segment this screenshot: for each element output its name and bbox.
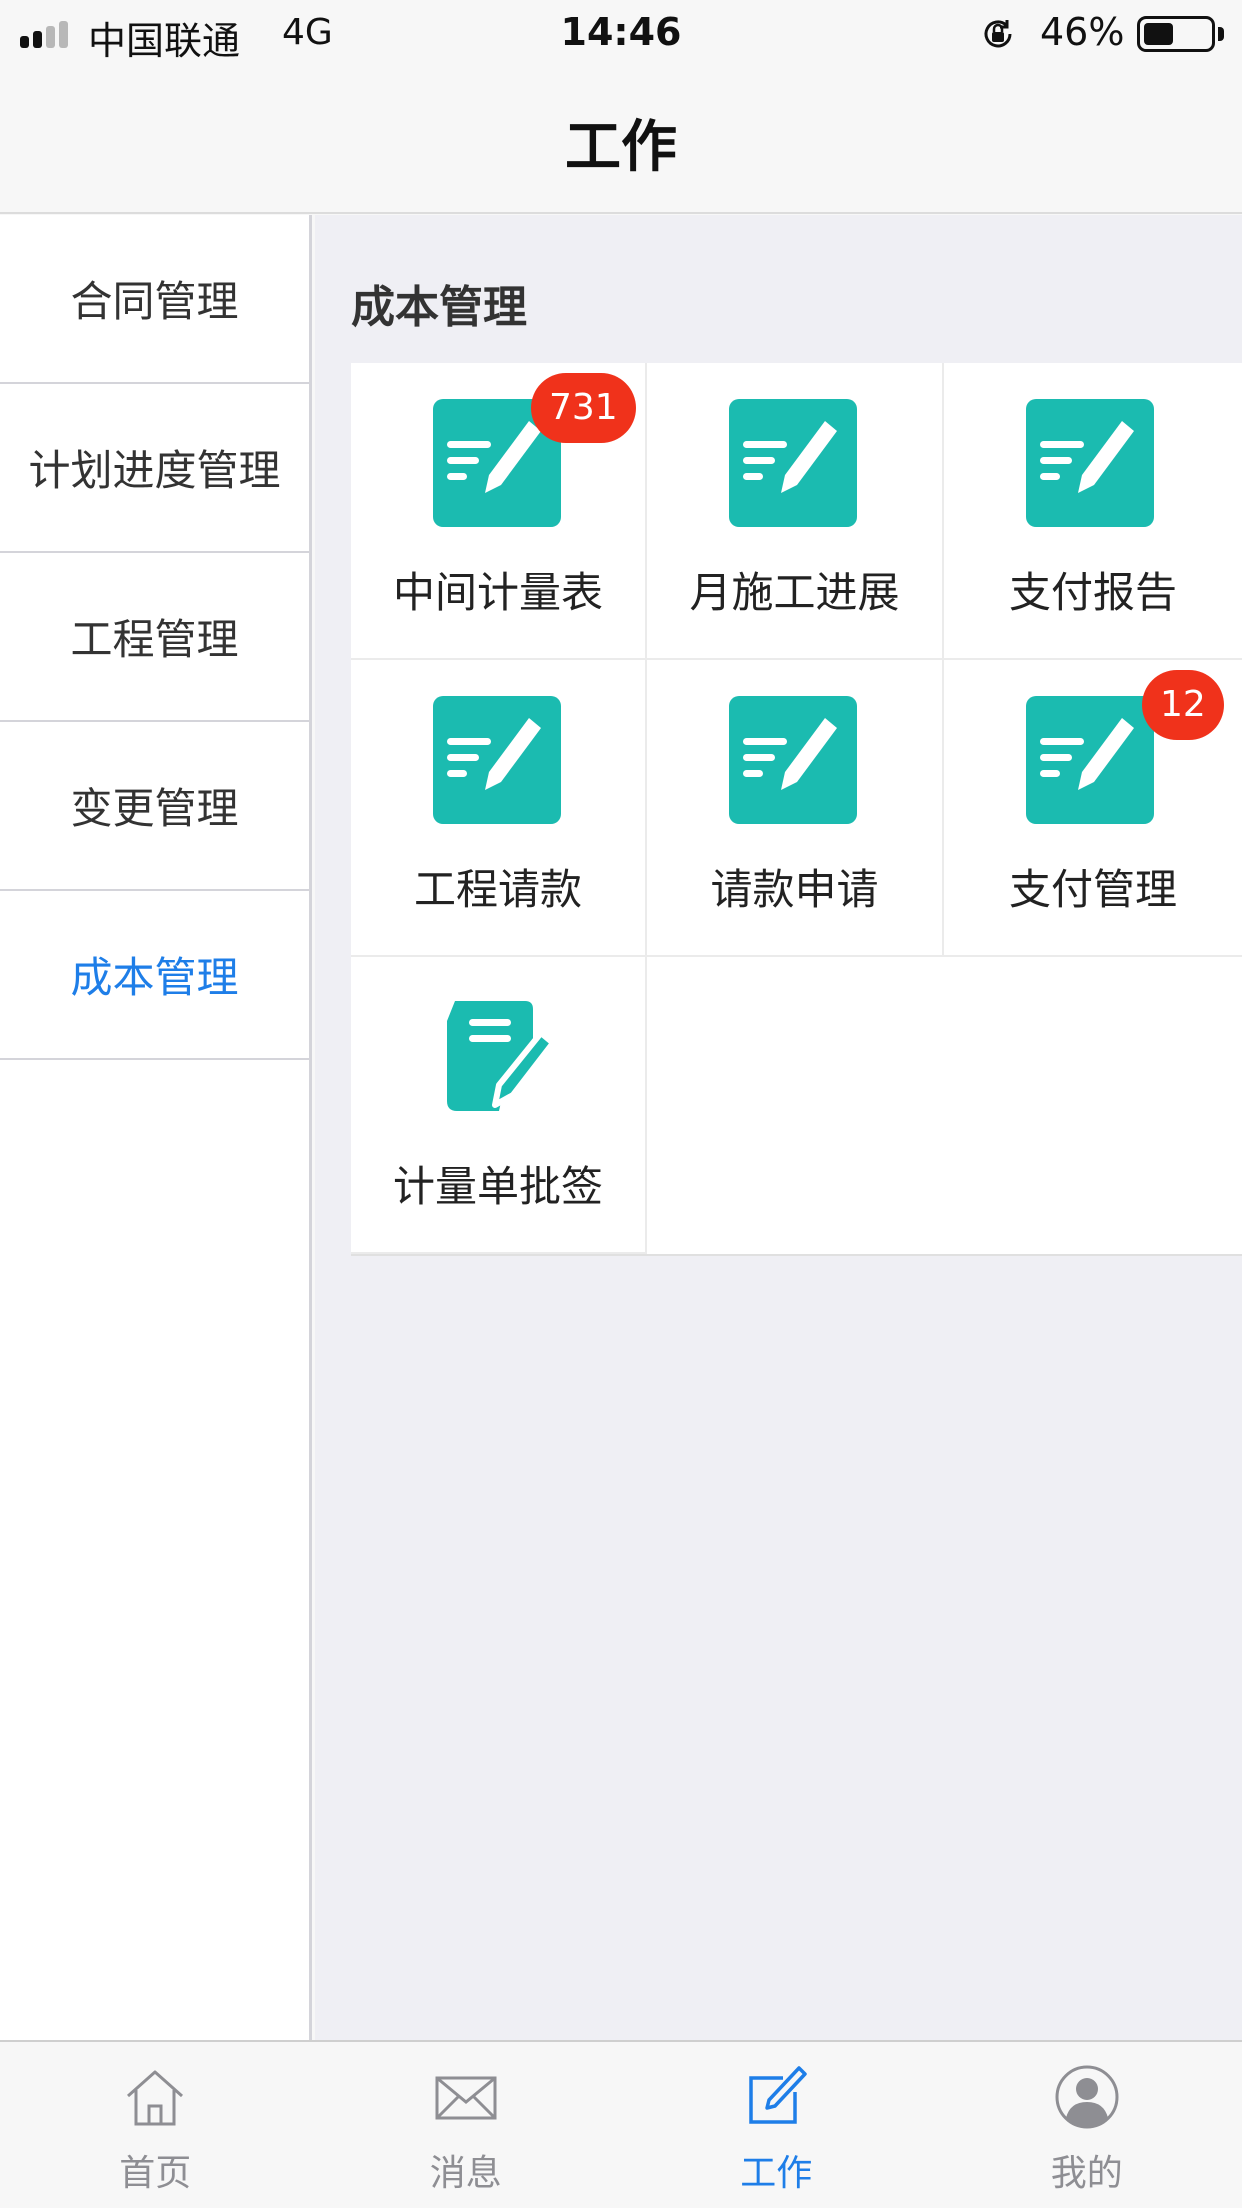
tab-label: 工作 (740, 2153, 813, 2194)
battery-percent: 46% (1040, 10, 1125, 54)
empty-cell (944, 957, 1242, 1254)
tab-label: 消息 (429, 2153, 502, 2194)
battery-icon (1137, 16, 1215, 52)
tab-messages[interactable]: 消息 (311, 2042, 622, 2208)
sidebar-item-schedule[interactable]: 计划进度管理 (0, 384, 309, 553)
tile-label: 中间计量表 (392, 568, 603, 617)
tile-interim-measurement[interactable]: 731 中间计量表 (351, 363, 647, 660)
edit-note-icon (729, 399, 857, 527)
edit-note-icon (1026, 696, 1154, 824)
navigation-bar: 工作 (0, 66, 1242, 214)
tile-label: 工程请款 (413, 865, 582, 914)
section-title: 成本管理 (351, 282, 527, 333)
user-icon (1055, 2065, 1119, 2129)
tile-measurement-approval[interactable]: 计量单批签 (351, 957, 647, 1254)
tab-work[interactable]: 工作 (621, 2042, 932, 2208)
tab-label: 首页 (119, 2153, 192, 2194)
tile-label: 支付报告 (1008, 568, 1177, 617)
tile-engineering-payment-request[interactable]: 工程请款 (351, 660, 647, 957)
tile-payment-management[interactable]: 12 支付管理 (944, 660, 1242, 957)
battery-cap (1218, 27, 1224, 41)
status-bar: 中国联通 4G 14:46 46% (0, 0, 1242, 66)
main-content: 成本管理 731 中间计量表 月施工进展 支付报告 工程请款 请款申请 12 支… (315, 215, 1242, 2040)
tile-label: 支付管理 (1008, 865, 1177, 914)
tile-label: 计量单批签 (392, 1162, 603, 1211)
notification-badge: 12 (1142, 670, 1224, 740)
envelope-icon (435, 2076, 497, 2120)
sidebar-item-cost[interactable]: 成本管理 (0, 891, 309, 1060)
tab-profile[interactable]: 我的 (932, 2042, 1242, 2208)
category-sidebar: 合同管理 计划进度管理 工程管理 变更管理 成本管理 (0, 215, 312, 2040)
edit-note-icon (729, 696, 857, 824)
function-grid: 731 中间计量表 月施工进展 支付报告 工程请款 请款申请 12 支付管理 计… (351, 363, 1242, 1256)
home-icon (127, 2070, 184, 2126)
sidebar-item-change[interactable]: 变更管理 (0, 722, 309, 891)
tile-monthly-progress[interactable]: 月施工进展 (647, 363, 944, 660)
page-title: 工作 (565, 115, 677, 180)
empty-cell (647, 957, 944, 1254)
orientation-lock-icon (984, 20, 1012, 48)
edit-icon (749, 2066, 807, 2124)
tile-payment-application[interactable]: 请款申请 (647, 660, 944, 957)
tile-label: 请款申请 (710, 865, 879, 914)
sidebar-item-engineering[interactable]: 工程管理 (0, 553, 309, 722)
tab-label: 我的 (1050, 2153, 1123, 2194)
tile-label: 月施工进展 (689, 568, 900, 617)
bottom-tab-bar: 首页 消息 工作 我的 (0, 2040, 1242, 2208)
notification-badge: 731 (531, 373, 636, 443)
tab-home[interactable]: 首页 (0, 2042, 311, 2208)
tile-payment-report[interactable]: 支付报告 (944, 363, 1242, 660)
sign-document-icon (447, 1001, 556, 1111)
edit-note-icon (1026, 399, 1154, 527)
sidebar-item-contract[interactable]: 合同管理 (0, 215, 309, 384)
edit-note-icon (433, 696, 561, 824)
battery-fill (1144, 23, 1173, 45)
